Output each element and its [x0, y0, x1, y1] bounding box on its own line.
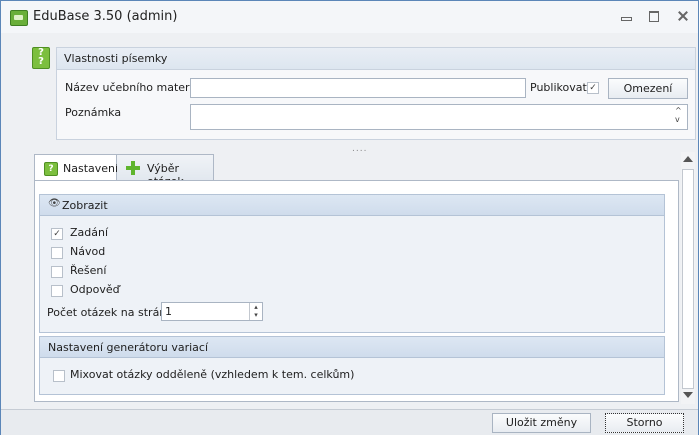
assignment-label: Zadání	[70, 226, 109, 239]
app-window: EduBase 3.50 (admin) ?? Vlastnosti písem…	[0, 0, 699, 435]
generator-group: Nastavení generátoru variací Mixovat otá…	[39, 336, 665, 395]
tab-question-selection[interactable]: Výběr otázek	[117, 154, 214, 188]
display-group-label: Zobrazit	[62, 199, 108, 212]
generator-group-header: Nastavení generátoru variací	[40, 337, 664, 358]
restrict-button[interactable]: Omezení	[608, 78, 688, 99]
properties-header-label: Vlastnosti písemky	[64, 52, 168, 65]
publish-checkbox[interactable]: ✓	[587, 82, 599, 94]
tab-settings[interactable]: ? Nastavení	[34, 154, 119, 181]
splitter-grip[interactable]: ....	[352, 144, 367, 154]
note-label: Poznámka	[65, 106, 122, 119]
display-group-header[interactable]: 👁 Zobrazit	[40, 195, 664, 216]
guide-label: Návod	[70, 245, 106, 258]
close-button[interactable]	[676, 10, 690, 22]
answer-checkbox[interactable]	[51, 285, 63, 297]
footer-bar: Uložit změny Storno	[1, 409, 698, 435]
mix-questions-checkbox[interactable]	[53, 370, 65, 382]
answer-label: Odpověď	[70, 283, 120, 296]
per-page-input[interactable]: 1 ▴ ▾	[161, 302, 263, 321]
maximize-button[interactable]	[647, 10, 661, 22]
title-bar[interactable]: EduBase 3.50 (admin)	[1, 1, 698, 33]
app-icon	[10, 10, 28, 26]
display-group: 👁 Zobrazit ✓ Zadání Návod Řešení Odpověď…	[39, 194, 665, 333]
green-plus-icon	[126, 161, 140, 175]
note-textarea[interactable]	[190, 104, 688, 130]
publish-label: Publikovat	[530, 81, 587, 94]
window-title: EduBase 3.50 (admin)	[33, 9, 178, 24]
name-input[interactable]	[190, 78, 526, 98]
question-icon: ?	[44, 162, 58, 176]
solution-checkbox[interactable]	[51, 266, 63, 278]
per-page-value: 1	[165, 305, 172, 318]
note-spinner-icon[interactable]: ^ v	[675, 106, 682, 124]
scroll-down-icon[interactable]	[683, 392, 693, 398]
generator-group-label: Nastavení generátoru variací	[48, 341, 209, 354]
solution-label: Řešení	[70, 264, 107, 277]
properties-header: Vlastnosti písemky	[57, 48, 695, 70]
assignment-checkbox[interactable]: ✓	[51, 228, 63, 240]
scroll-up-icon[interactable]	[683, 156, 693, 162]
per-page-label: Počet otázek na stránku	[47, 306, 180, 319]
name-label: Název učebního materiálu	[65, 81, 210, 94]
vertical-scrollbar[interactable]	[681, 152, 695, 404]
tab-settings-label: Nastavení	[63, 162, 119, 175]
scroll-thumb[interactable]	[682, 169, 694, 389]
properties-panel: Vlastnosti písemky Název učebního materi…	[56, 47, 696, 140]
question-icon: ??	[32, 47, 50, 69]
minimize-button[interactable]	[619, 10, 633, 22]
per-page-spinner-icon[interactable]: ▴ ▾	[249, 303, 262, 320]
save-changes-button[interactable]: Uložit změny	[492, 413, 591, 433]
mix-questions-label: Mixovat otázky odděleně (vzhledem k tem.…	[70, 368, 355, 381]
cancel-button[interactable]: Storno	[605, 413, 684, 433]
settings-tab-content: 👁 Zobrazit ✓ Zadání Návod Řešení Odpověď…	[34, 180, 679, 402]
guide-checkbox[interactable]	[51, 247, 63, 259]
eye-icon: 👁	[48, 198, 61, 209]
